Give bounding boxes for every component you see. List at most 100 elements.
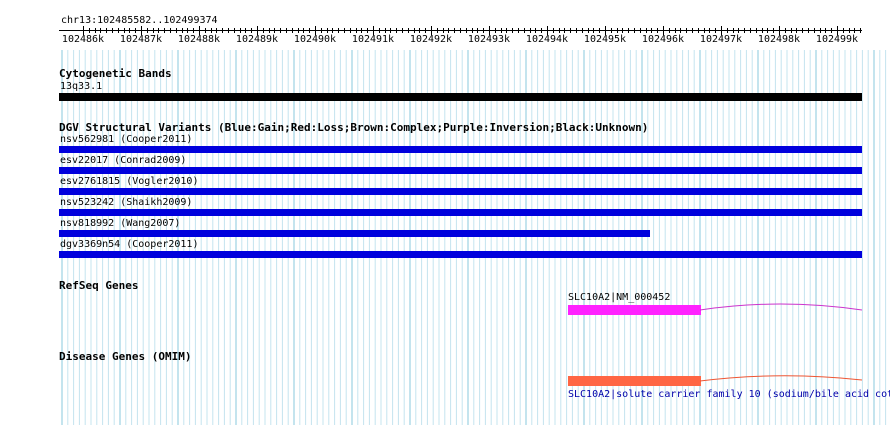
ruler-minor-tick [761,28,763,33]
omim-gene-exon[interactable] [568,376,701,386]
cytoband-label: 13q33.1 [60,81,103,92]
ruler-tick-label: 102486k [61,34,105,45]
ruler-minor-tick [796,28,798,33]
ruler-minor-tick [773,28,775,33]
ruler-minor-tick [228,28,229,33]
ruler-minor-tick [558,28,560,33]
ruler-minor-tick [541,28,543,33]
ruler-minor-tick [599,28,601,33]
ruler-minor-tick [622,28,624,33]
ruler-minor-tick [483,28,485,33]
ruler-minor-tick [692,28,693,33]
ruler-minor-tick [471,28,473,33]
ruler-minor-tick [576,28,577,33]
ruler-minor-tick [460,28,461,33]
ruler-minor-tick [610,28,612,33]
ruler-minor-tick [529,28,531,33]
ruler-tick-label: 102495k [583,34,627,45]
ruler-minor-tick [668,28,670,33]
ruler-tick-label: 102494k [525,34,569,45]
ruler-minor-tick [825,28,827,33]
ruler-minor-tick [245,28,247,33]
dgv-variant-bar[interactable] [59,146,862,153]
ruler-minor-tick [367,28,369,33]
ruler-minor-tick [494,28,496,33]
ruler-minor-tick [204,28,206,33]
ruler-minor-tick [251,28,253,33]
ruler-minor-tick [477,28,479,33]
ruler-minor-tick [216,28,218,33]
ruler-minor-tick [268,28,270,33]
ruler-minor-tick [726,28,728,33]
ruler-tick-label: 102489k [235,34,279,45]
omim-gene-label[interactable]: SLC10A2|solute carrier family 10 (sodium… [568,389,890,400]
ruler-minor-tick [175,28,177,33]
ruler-minor-tick [570,28,572,33]
dgv-track-title: DGV Structural Variants (Blue:Gain;Red:L… [59,121,649,134]
ruler-minor-tick [262,28,264,33]
ruler-minor-tick [442,28,444,33]
ruler-minor-tick [755,28,757,33]
ruler-minor-tick [767,28,769,33]
ruler-minor-tick [657,28,659,33]
ruler-minor-tick [303,28,305,33]
ruler-minor-tick [152,28,154,33]
ruler-minor-tick [703,28,705,33]
ruler-minor-tick [802,28,804,33]
ruler-minor-tick [831,28,833,33]
ruler-minor-tick [634,28,635,33]
ruler-minor-tick [338,28,340,33]
ruler-minor-tick [709,28,711,33]
ruler-minor-tick [454,28,456,33]
ruler-tick-label: 102498k [757,34,801,45]
ruler-tick-label: 102491k [351,34,395,45]
ruler-minor-tick [355,28,357,33]
ruler-minor-tick [587,28,589,33]
ruler-minor-tick [552,28,554,33]
ruler-minor-tick [436,28,438,33]
ruler-minor-tick [146,28,148,33]
ruler-minor-tick [187,28,189,33]
ruler-minor-tick [297,28,299,33]
ruler-minor-tick [842,28,844,33]
dgv-variant-bar[interactable] [59,188,862,195]
ruler-minor-tick [222,28,224,33]
ruler-tick-label: 102488k [177,34,221,45]
ruler-minor-tick [616,28,618,33]
ruler-minor-tick [651,28,653,33]
ruler-minor-tick [280,28,282,33]
ruler-minor-tick [239,28,241,33]
ruler-minor-tick [210,28,212,33]
ruler-minor-tick [384,28,386,33]
ruler-minor-tick [106,28,108,33]
ruler-minor-tick [535,28,537,33]
ruler-minor-tick [697,28,699,33]
ruler-minor-tick [645,28,647,33]
ruler-minor-tick [680,28,682,33]
ruler-minor-tick [813,28,815,33]
ruler-minor-tick [512,28,514,33]
omim-gene-intron-line [700,375,863,382]
ruler-minor-tick [286,28,287,33]
dgv-variant-bar[interactable] [59,209,862,216]
ruler-tick-label: 102493k [467,34,511,45]
ruler-minor-tick [686,28,688,33]
ruler-minor-tick [593,28,595,33]
ruler-minor-tick [744,28,746,33]
ruler-minor-tick [320,28,322,33]
cytoband-bar[interactable] [59,93,862,101]
ruler-tick-label: 102490k [293,34,337,45]
dgv-variant-bar[interactable] [59,230,650,237]
dgv-variant-label: nsv523242 (Shaikh2009) [60,197,193,208]
dgv-variant-bar[interactable] [59,167,862,174]
refseq-gene-exon[interactable] [568,305,701,315]
ruler-axis: 102486k 102487k 102488k 102489k 102490k 10249… [59,26,862,46]
ruler-minor-tick [819,28,821,33]
ruler-minor-tick [112,28,113,33]
ruler-tick-label: 102492k [409,34,453,45]
ruler-minor-tick [94,28,96,33]
ruler-minor-tick [123,28,125,33]
dgv-variant-bar[interactable] [59,251,862,258]
dgv-variant-label: dgv3369n54 (Cooper2011) [60,239,199,250]
ruler-minor-tick [750,28,751,33]
